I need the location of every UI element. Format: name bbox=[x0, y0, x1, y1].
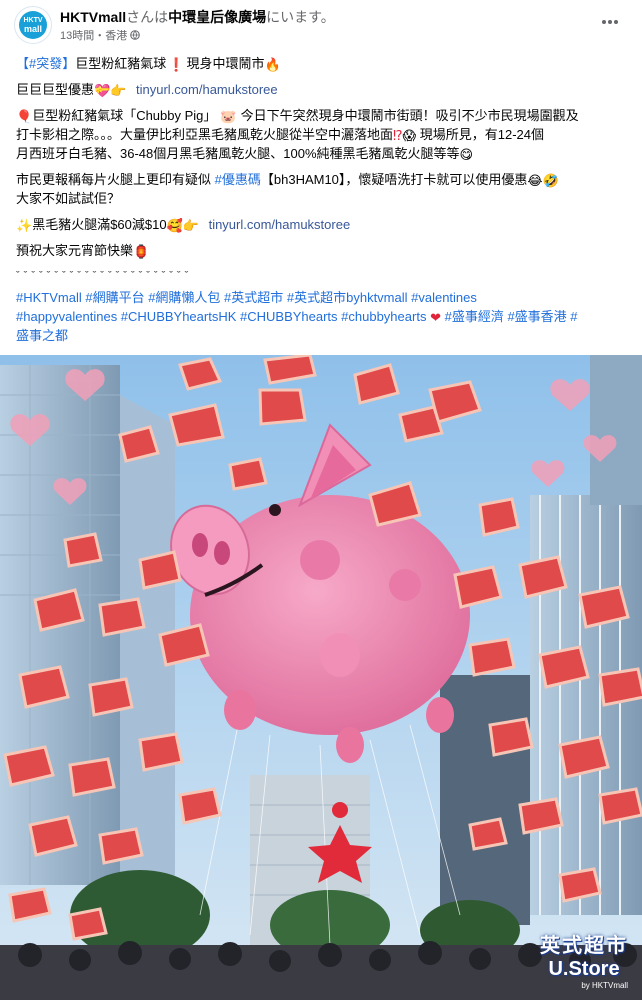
sparkle-icon: ✨ bbox=[16, 218, 33, 234]
hashtag-promo-code[interactable]: #優惠碼 bbox=[215, 172, 261, 187]
hktvmall-logo: HKTV mall bbox=[19, 11, 47, 39]
hashtags-2a[interactable]: #happyvalentines #CHUBBYheartsHK #CHUBBY… bbox=[16, 309, 426, 324]
scream-face-icon: 😱 bbox=[402, 128, 417, 144]
hashtags-line-3[interactable]: 盛事之都 bbox=[16, 326, 68, 345]
p2-text-a: 市民更報稱每片火腿上更印有疑似 bbox=[16, 172, 212, 187]
location-link[interactable]: 中環皇后像廣場 bbox=[168, 9, 266, 25]
more-options-button[interactable] bbox=[600, 12, 620, 32]
yum-face-icon: 😋 bbox=[459, 147, 474, 163]
page-name-link[interactable]: HKTVmall bbox=[60, 9, 126, 25]
offer-link[interactable]: tinyurl.com/hamukstoree bbox=[136, 82, 278, 97]
p1-text-c: 打卡影相之際。。。大量伊比利亞黑毛豬風乾火腿從半空中灑落地面 bbox=[16, 127, 394, 142]
p1-text-e: 月西班牙白毛豬、36-48個月黑毛豬風乾火腿、100%純種黑毛豬風乾火腿等等 bbox=[16, 146, 460, 161]
pig-balloon-scene bbox=[0, 355, 642, 1000]
offer-text: 巨巨巨型優惠 bbox=[16, 82, 95, 97]
gift-heart-icon: 💝 bbox=[94, 83, 111, 99]
pointing-hand-icon: 👉 bbox=[110, 83, 127, 99]
exclamation-icon: ❗ bbox=[168, 57, 185, 73]
hashtag-breaking[interactable]: 【#突發】 bbox=[16, 56, 75, 71]
logo-line-3: by HKTVmall bbox=[581, 981, 628, 990]
p1-text-d: 現場所見，有12-24個 bbox=[419, 127, 544, 142]
globe-icon bbox=[130, 30, 141, 40]
pig-face-icon: 🐷 bbox=[220, 109, 237, 125]
hashtags-2b[interactable]: #盛事經濟 #盛事香港 # bbox=[445, 309, 578, 324]
headline-line: 【#突發】巨型粉紅豬氣球 ❗ 現身中環鬧市🔥 bbox=[16, 54, 281, 74]
post-header: HKTV mall HKTVmallさんは中環皇后像廣場にいます。 13時間・香港 bbox=[0, 0, 642, 48]
fire-icon: 🔥 bbox=[264, 57, 281, 73]
more-icon bbox=[602, 20, 618, 24]
pointing-hand-icon-2: 👉 bbox=[182, 218, 199, 234]
paragraph-2-line-2: 大家不如試試佢？ bbox=[16, 189, 120, 208]
p1-text-b: 今日下午突然現身中環鬧市街頭！吸引不少市民現場圍觀及 bbox=[240, 108, 579, 123]
post-author-line: HKTVmallさんは中環皇后像廣場にいます。 bbox=[60, 7, 335, 27]
logo-line-1: 英式超市 bbox=[540, 935, 628, 957]
heart-face-icon: 🥰 bbox=[166, 218, 183, 234]
hashtags-line-1[interactable]: #HKTVmall #網購平台 #網購懶人包 #英式超市 #英式超市byhktv… bbox=[16, 288, 477, 307]
promo-link[interactable]: tinyurl.com/hamukstoree bbox=[209, 217, 351, 232]
post-time[interactable]: 13時間 bbox=[60, 30, 94, 42]
red-heart-icon: ❤ bbox=[430, 310, 441, 326]
headline-text: 巨型粉紅豬氣球 bbox=[75, 56, 167, 71]
laughing-face-icon: 😂 bbox=[527, 173, 543, 189]
p2-text-b: 【bh3HAM10】，懷疑唔洗打卡就可以使用優惠 bbox=[260, 172, 528, 187]
paragraph-1-line-1: 🎈巨型粉紅豬氣球「Chubby Pig」 🐷 今日下午突然現身中環鬧市街頭！吸引不少… bbox=[16, 106, 579, 126]
paragraph-1-line-2: 打卡影相之際。。。大量伊比利亞黑毛豬風乾火腿從半空中灑落地面⁉😱 現場所見，有1… bbox=[16, 125, 544, 145]
balloon-icon: 🎈 bbox=[16, 109, 33, 125]
post-place: 香港 bbox=[105, 30, 128, 42]
post-photo[interactable]: 英式超市 U.Store by HKTVmall bbox=[0, 355, 642, 1000]
meta-separator: ・ bbox=[94, 30, 106, 42]
p4-text: 預祝大家元宵節快樂 bbox=[16, 243, 134, 258]
post-meta: 13時間・香港 bbox=[60, 27, 141, 43]
p3-text-a: 黑毛豬火腿滿$60減$10 bbox=[32, 217, 167, 232]
p1-text-a: 巨型粉紅豬氣球「Chubby Pig」 bbox=[32, 108, 217, 123]
checkin-text-post: にいます。 bbox=[266, 9, 335, 25]
paragraph-1-line-3: 月西班牙白毛豬、36-48個月黑毛豬風乾火腿、100%純種黑毛豬風乾火腿等等😋 bbox=[16, 144, 473, 164]
logo-line-2: U.Store bbox=[548, 958, 620, 980]
lantern-icon: 🏮 bbox=[133, 244, 150, 260]
offer-line: 巨巨巨型優惠💝👉 tinyurl.com/hamukstoree bbox=[16, 80, 278, 100]
headline-text-2: 現身中環鬧市 bbox=[186, 56, 265, 71]
paragraph-4-line: 預祝大家元宵節快樂🏮 bbox=[16, 241, 149, 261]
hashtags-line-2: #happyvalentines #CHUBBYheartsHK #CHUBBY… bbox=[16, 307, 578, 327]
divider-dots: ˇˇˇˇˇˇˇˇˇˇˇˇˇˇˇˇˇˇˇˇˇˇˇ bbox=[16, 270, 193, 282]
ustore-logo: 英式超市 U.Store by HKTVmall bbox=[540, 929, 628, 990]
p2-text-c: 大家不如試試佢？ bbox=[16, 191, 121, 206]
paragraph-3-line: ✨黑毛豬火腿滿$60減$10🥰👉 tinyurl.com/hamukstoree bbox=[16, 215, 350, 235]
page-avatar[interactable]: HKTV mall bbox=[14, 6, 52, 44]
checkin-text-pre: さんは bbox=[126, 9, 169, 25]
paragraph-2-line-1: 市民更報稱每片火腿上更印有疑似 #優惠碼【bh3HAM10】，懷疑唔洗打卡就可以… bbox=[16, 170, 559, 190]
rofl-face-icon: 🤣 bbox=[542, 173, 559, 189]
exclamation-question-icon: ⁉ bbox=[393, 128, 403, 144]
